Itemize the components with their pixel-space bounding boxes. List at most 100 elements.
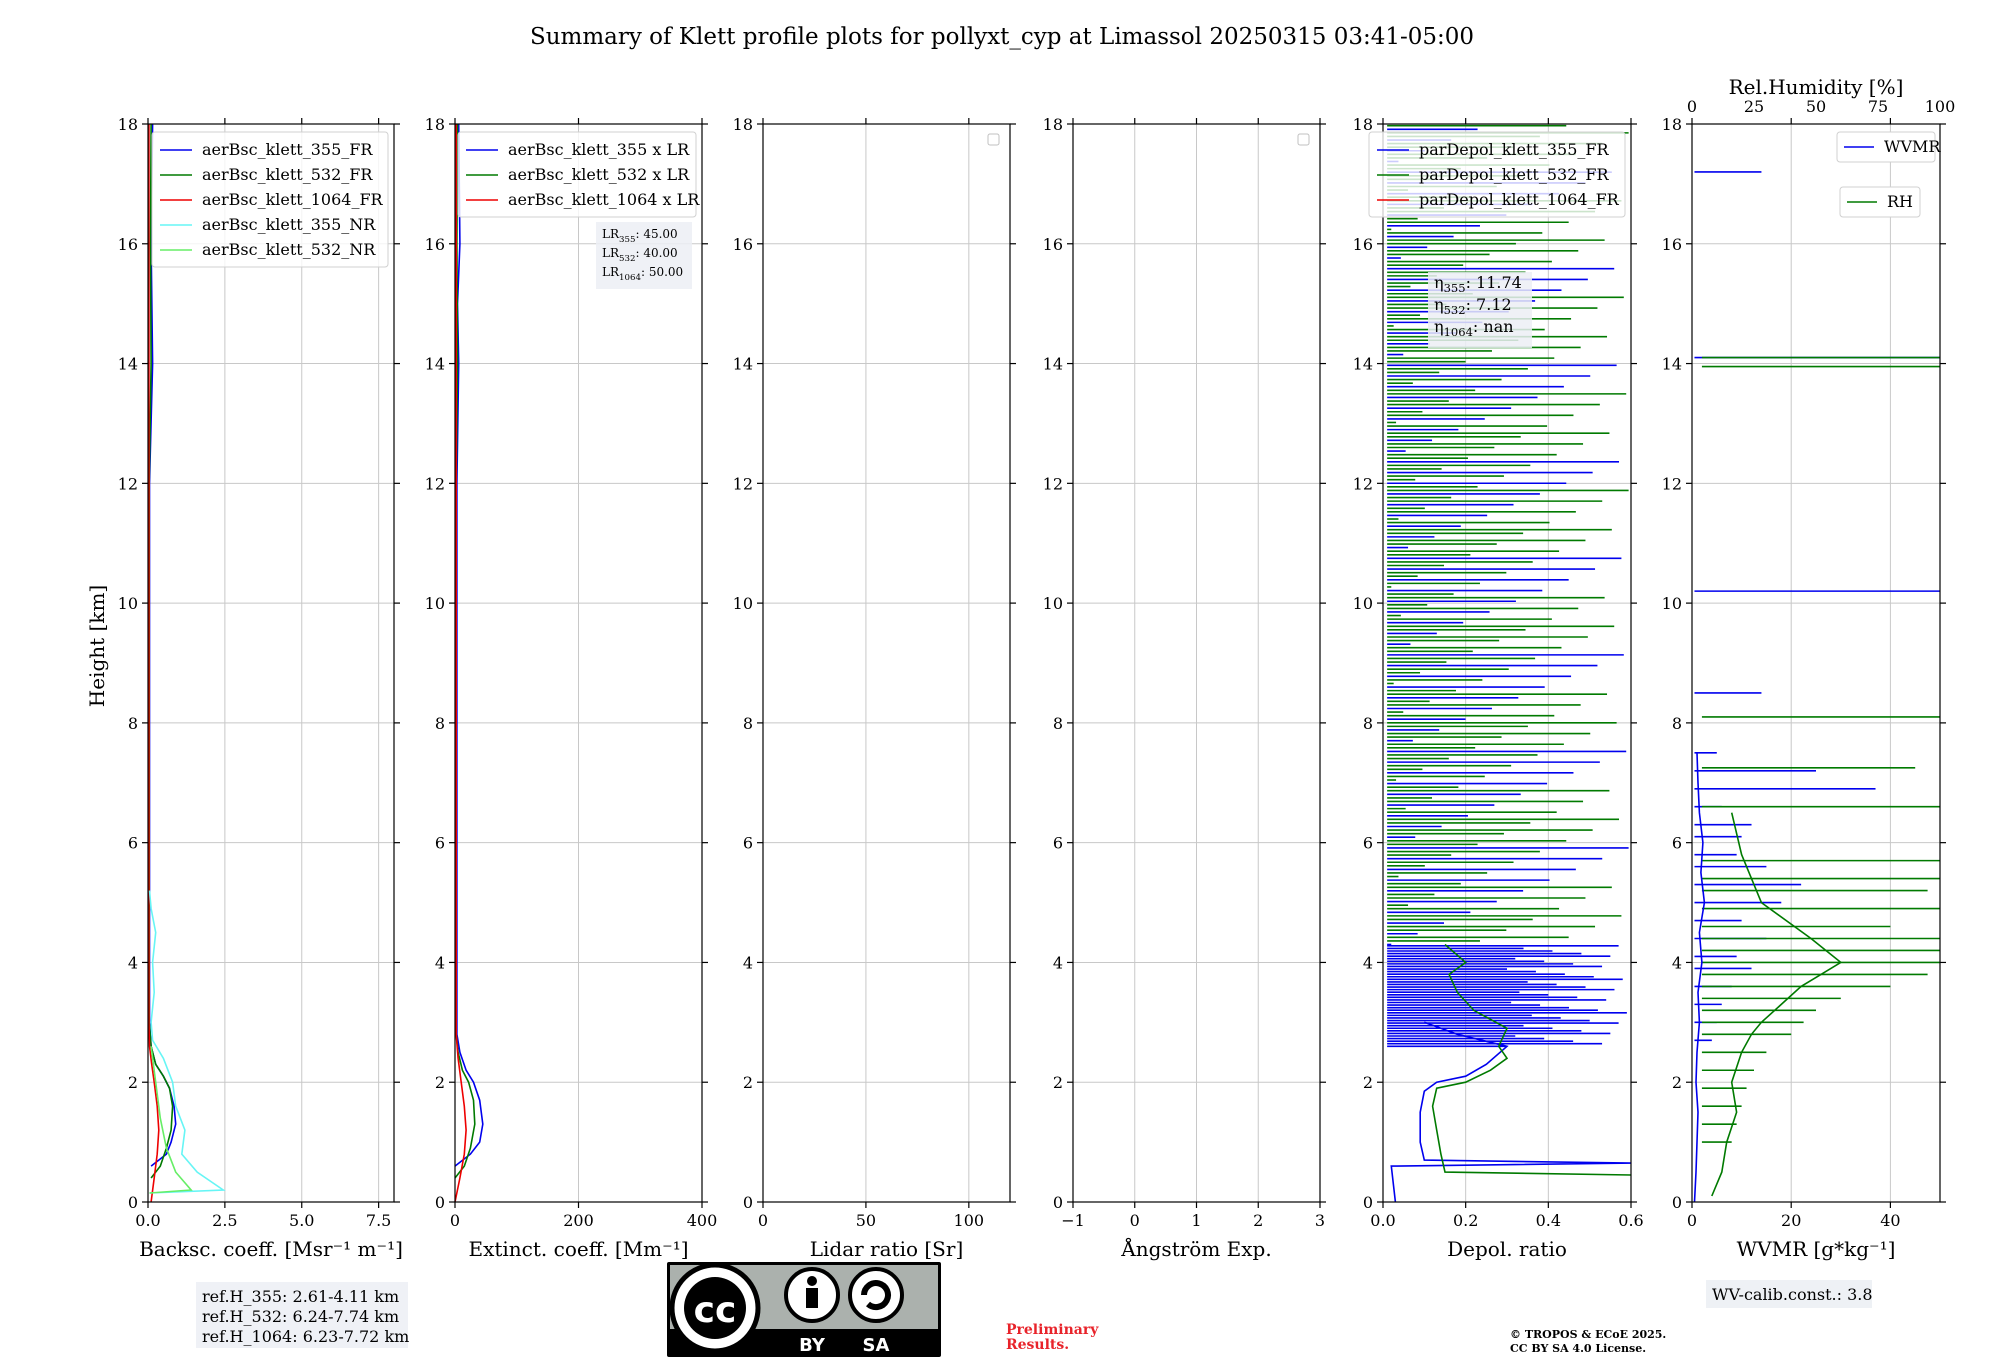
- x-axis-label-3: Lidar ratio [Sr]: [810, 1237, 964, 1261]
- xtick-label-2-1: 200: [563, 1211, 594, 1230]
- ytick-label-2-3: 6: [435, 834, 445, 853]
- copyright-line-1: © TROPOS & ECoE 2025.: [1510, 1328, 1666, 1341]
- ytick-label-5-0: 0: [1363, 1193, 1373, 1212]
- series-1-1: [148, 123, 174, 1179]
- series-6-1: [1711, 812, 1843, 1197]
- ytick-label-3-0: 0: [743, 1193, 753, 1212]
- ytick-label-3-9: 18: [733, 115, 753, 134]
- legend-label-5-2: parDepol_klett_1064_FR: [1419, 190, 1620, 209]
- ytick-label-5-8: 16: [1353, 235, 1373, 254]
- ytick-label-4-8: 16: [1043, 235, 1063, 254]
- panel-3: 0 2 4 6 8 10 12 14 16 18 0 50 100 Lidar ratio [Sr]: [733, 115, 1016, 1261]
- ref-height-532: ref.H_532: 6.24-7.74 km: [202, 1307, 399, 1326]
- ytick-label-1-6: 12: [118, 474, 138, 493]
- empty-legend-4: [1297, 133, 1310, 146]
- ytick-label-2-9: 18: [425, 115, 445, 134]
- panels: 0246810121416180.0 2.5 5.0 7.5Backsc. coeff…: [118, 75, 1956, 1261]
- xtick-label-6-0: 0: [1687, 1211, 1697, 1230]
- panel-4: 024681012141618−1 0 1 2 3Ångström Exp.: [1043, 115, 1326, 1261]
- ytick-label-2-5: 10: [425, 594, 445, 613]
- ytick-label-1-5: 10: [118, 594, 138, 613]
- ytick-label-4-0: 0: [1053, 1193, 1063, 1212]
- ytick-label-4-7: 14: [1043, 355, 1063, 374]
- ytick-label-2-1: 2: [435, 1073, 445, 1092]
- panel-2: 0 2 4 6 8 10 12 14 16 18 0 200 400 Extinct. coeff. [M…: [425, 115, 718, 1261]
- series-1-3: [148, 890, 226, 1194]
- ytick-label-4-3: 6: [1053, 834, 1063, 853]
- ref-height-355: ref.H_355: 2.61-4.11 km: [202, 1287, 399, 1306]
- figure: Summary of Klett profile plots for polly…: [85, 24, 1956, 1357]
- legend-wvmr-label: WVMR: [1884, 137, 1941, 156]
- ytick-label-5-6: 12: [1353, 474, 1373, 493]
- copyright-line-2: CC BY SA 4.0 License.: [1510, 1342, 1646, 1355]
- legend-label-1-3: aerBsc_klett_355_NR: [202, 215, 376, 234]
- x-axis-label-5: Depol. ratio: [1447, 1237, 1567, 1261]
- ytick-label-3-5: 10: [733, 594, 753, 613]
- ytick-label-4-6: 12: [1043, 474, 1063, 493]
- depol-dense-traces: [1387, 124, 1629, 1048]
- x-axis-label-6: WVMR [g*kg⁻¹]: [1737, 1237, 1896, 1261]
- xtick-label-4-2: 1: [1191, 1211, 1201, 1230]
- ytick-label-2-2: 4: [435, 953, 445, 972]
- xtick-label-2-2: 400: [687, 1211, 718, 1230]
- ytick-label-3-1: 2: [743, 1073, 753, 1092]
- ref-height-1064: ref.H_1064: 6.23-7.72 km: [202, 1327, 409, 1346]
- xtick-label-5-0: 0.0: [1370, 1211, 1395, 1230]
- ytick-label-4-2: 4: [1053, 953, 1063, 972]
- ytick-label-4-1: 2: [1053, 1073, 1063, 1092]
- legend-wvmr: WVMR: [1836, 131, 1941, 163]
- ytick-label-6-1: 2: [1672, 1073, 1682, 1092]
- ytick-label-3-6: 12: [733, 474, 753, 493]
- axes-frame-6: [1691, 123, 1941, 1203]
- legend-label-1-0: aerBsc_klett_355_FR: [202, 140, 373, 159]
- legend-2: aerBsc_klett_355 x LR aerBsc_klett_532 x …: [457, 131, 700, 218]
- sa-label: SA: [863, 1335, 890, 1356]
- by-label: BY: [799, 1335, 826, 1356]
- legend-label-5-1: parDepol_klett_532_FR: [1419, 165, 1610, 184]
- ytick-label-5-1: 2: [1363, 1073, 1373, 1092]
- ytick-label-6-3: 6: [1672, 834, 1682, 853]
- top-xtick-label-1: 25: [1744, 97, 1764, 116]
- ytick-label-6-8: 16: [1662, 235, 1682, 254]
- xtick-label-3-1: 50: [856, 1211, 876, 1230]
- panel-6: 0 2 4 6 8 10 12 14 16 18 0 20 40 WVMR [g*kg⁻¹] 0 25 50 75…: [1662, 75, 1956, 1261]
- axes-frame-1: [147, 123, 395, 1203]
- x-axis-label-4: Ångström Exp.: [1120, 1236, 1271, 1261]
- top-x-axis-label: Rel.Humidity [%]: [1729, 75, 1904, 99]
- ytick-label-5-7: 14: [1353, 355, 1373, 374]
- xtick-label-5-3: 0.6: [1618, 1211, 1643, 1230]
- ytick-label-2-6: 12: [425, 474, 445, 493]
- preliminary-line-1: Preliminary: [1006, 1322, 1099, 1338]
- top-xtick-label-4: 100: [1925, 97, 1956, 116]
- ytick-label-4-9: 18: [1043, 115, 1063, 134]
- legend-rh-label: RH: [1887, 192, 1913, 211]
- ytick-label-2-7: 14: [425, 355, 445, 374]
- figure-title: Summary of Klett profile plots for polly…: [530, 24, 1474, 50]
- ytick-label-6-5: 10: [1662, 594, 1682, 613]
- legend-label-2-2: aerBsc_klett_1064 x LR: [508, 190, 700, 209]
- ytick-label-5-5: 10: [1353, 594, 1373, 613]
- legend-5: parDepol_klett_355_FR parDepol_klett_532_…: [1368, 131, 1626, 218]
- xtick-label-5-2: 0.4: [1536, 1211, 1561, 1230]
- ytick-label-4-4: 8: [1053, 714, 1063, 733]
- ytick-label-3-2: 4: [743, 953, 753, 972]
- series-1-0: [148, 123, 177, 1167]
- xtick-label-4-0: −1: [1061, 1211, 1085, 1230]
- xtick-label-4-1: 0: [1130, 1211, 1140, 1230]
- xtick-label-1-3: 7.5: [366, 1211, 391, 1230]
- xtick-label-6-2: 40: [1880, 1211, 1900, 1230]
- ref-height-box: ref.H_355: 2.61-4.11 km ref.H_532: 6.24-…: [196, 1282, 409, 1348]
- wv-calib-box: WV-calib.const.: 3.8: [1706, 1280, 1873, 1308]
- cc-logo-text: cc: [694, 1290, 737, 1331]
- ytick-label-6-6: 12: [1662, 474, 1682, 493]
- series-2-0: [454, 123, 484, 1167]
- legend-label-1-4: aerBsc_klett_532_NR: [202, 240, 376, 259]
- xtick-label-4-3: 2: [1253, 1211, 1263, 1230]
- ytick-label-6-0: 0: [1672, 1193, 1682, 1212]
- ytick-label-6-7: 14: [1662, 355, 1682, 374]
- axes-frame-3: [762, 123, 1011, 1203]
- xtick-label-2-0: 0: [450, 1211, 460, 1230]
- top-xtick-label-2: 50: [1806, 97, 1826, 116]
- ytick-label-1-2: 4: [128, 953, 138, 972]
- ytick-label-6-2: 4: [1672, 953, 1682, 972]
